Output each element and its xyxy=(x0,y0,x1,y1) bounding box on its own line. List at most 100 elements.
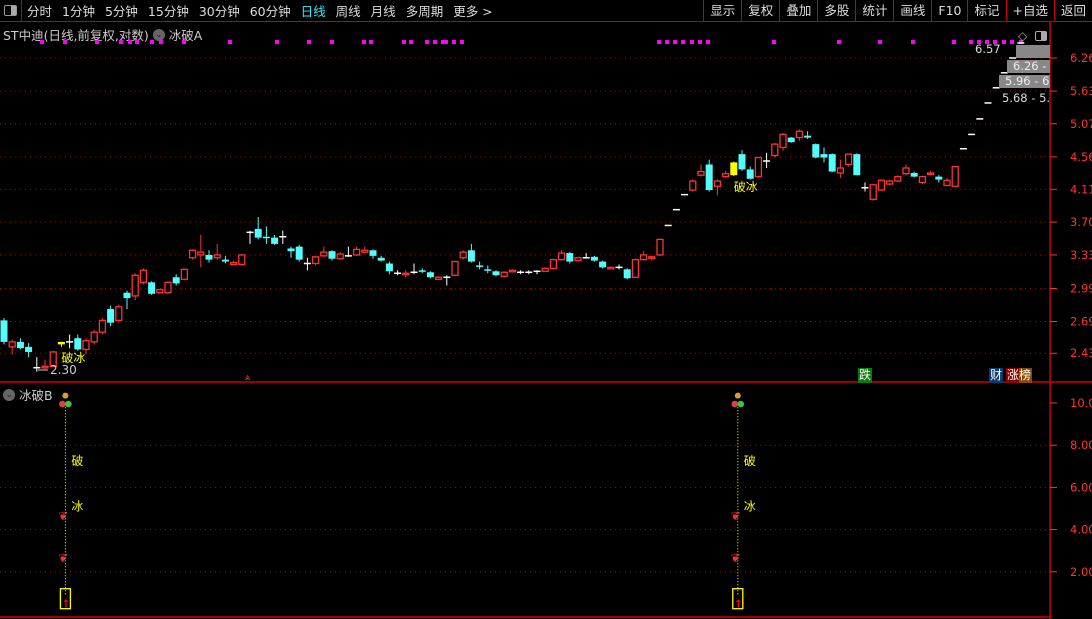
depth-box-top xyxy=(1016,45,1050,58)
candle-body xyxy=(787,137,795,143)
candle-body xyxy=(599,261,607,268)
orb-icon xyxy=(65,400,72,408)
fall-badge[interactable]: 跌 xyxy=(858,368,873,383)
candle-body xyxy=(164,281,172,294)
candle-body xyxy=(262,236,270,239)
signal-dot xyxy=(1002,40,1006,44)
signal-dot xyxy=(433,40,437,44)
orb-icon xyxy=(737,400,745,408)
candle-body xyxy=(713,180,722,187)
candle-body xyxy=(771,143,779,157)
candle-body xyxy=(541,267,549,272)
candle-body xyxy=(607,266,615,270)
signal-dot xyxy=(228,40,232,44)
signal-dot xyxy=(40,40,44,44)
candle-body xyxy=(41,365,49,369)
y-axis-label: 2.43 xyxy=(1070,346,1092,360)
candle-body xyxy=(16,341,24,349)
signal-dot xyxy=(665,40,669,44)
candle-body xyxy=(877,179,886,191)
candle-body xyxy=(894,175,902,182)
candle-body xyxy=(746,169,754,179)
limit-list-badge[interactable]: 涨榜 xyxy=(1006,368,1033,383)
butterfly-icon: ❦ xyxy=(58,509,68,523)
candle-body xyxy=(74,338,82,350)
y-axis-label: 5.63 xyxy=(1070,84,1092,98)
candle-body xyxy=(402,272,410,276)
orb-icon xyxy=(731,400,739,408)
butterfly-icon: ❦ xyxy=(58,551,68,565)
signal-char: 破 xyxy=(71,453,83,468)
candle-body xyxy=(434,276,443,280)
diamond-icon[interactable]: ◇ xyxy=(1018,29,1027,43)
candle-body xyxy=(57,341,65,345)
candle-body xyxy=(320,251,328,257)
finance-badge[interactable]: 财 xyxy=(989,368,1004,383)
candle-body xyxy=(484,269,492,271)
signal-dot xyxy=(460,40,464,44)
candle-body xyxy=(910,173,918,177)
depth-box-1: 6.26 - xyxy=(1007,60,1050,73)
y-axis-label: 3.70 xyxy=(1070,215,1092,229)
panel-toggle-icon[interactable] xyxy=(1035,31,1047,41)
y-axis-label: 4.56 xyxy=(1070,150,1092,164)
signal-dot xyxy=(673,40,677,44)
up-arrow-icon: ↑ xyxy=(734,598,743,611)
signal-dot xyxy=(95,40,99,44)
candle-body xyxy=(107,309,115,323)
candle-body xyxy=(369,250,377,256)
signal-dot xyxy=(128,40,132,44)
candle-body xyxy=(574,257,582,262)
candle-body xyxy=(139,269,148,283)
candle-body xyxy=(656,238,664,256)
candle-body xyxy=(721,173,730,178)
double-up-arrow-icon: ⩓ xyxy=(245,373,250,383)
candle-body xyxy=(902,167,910,175)
candle-body xyxy=(631,259,640,278)
candle-body xyxy=(828,154,836,172)
candle-body xyxy=(254,228,262,238)
candle-body xyxy=(926,172,935,176)
signal-dot xyxy=(307,40,311,44)
candle-body xyxy=(82,340,90,351)
candle-body xyxy=(205,254,213,260)
signal-dot xyxy=(369,40,373,44)
sub-y-axis-label: 8.00 xyxy=(1070,438,1092,452)
y-axis-label: 2.69 xyxy=(1070,315,1092,329)
candle-body xyxy=(213,254,221,259)
signal-char: 破 xyxy=(744,453,756,468)
sub-y-axis-label: 2.00 xyxy=(1070,565,1092,579)
signal-dot xyxy=(409,40,413,44)
candle-body xyxy=(590,256,598,261)
signal-dot xyxy=(425,40,429,44)
signal-dot xyxy=(150,40,154,44)
candle-body xyxy=(918,175,927,184)
signal-dot xyxy=(706,40,710,44)
candle-body xyxy=(361,249,369,253)
signal-dot xyxy=(182,40,186,44)
signal-char: 冰 xyxy=(71,500,83,514)
candle-body xyxy=(0,320,8,342)
candle-body xyxy=(418,270,426,272)
candle-body xyxy=(115,306,123,322)
sub-y-axis-label: 4.00 xyxy=(1070,523,1092,537)
signal-dot xyxy=(837,40,841,44)
depth-box-2: 5.96 - 6 xyxy=(999,75,1050,88)
up-arrow-icon: ↑ xyxy=(61,598,70,611)
candle-body xyxy=(549,259,558,269)
signal-dot xyxy=(952,40,956,44)
y-axis-label: 4.11 xyxy=(1070,182,1092,196)
candle-body xyxy=(738,154,746,170)
candle-body xyxy=(557,252,566,261)
candle-body xyxy=(197,251,205,256)
high-price-label: 6.57 xyxy=(975,42,1001,56)
candle-body xyxy=(295,246,303,260)
candle-body xyxy=(180,268,189,280)
candle-body xyxy=(705,164,713,191)
candle-body xyxy=(935,176,943,180)
orb-icon xyxy=(62,392,69,399)
signal-dot xyxy=(119,40,123,44)
signal-dot xyxy=(690,40,694,44)
kline-chart[interactable]: 6.26 5.63 5.07 4.56 4.11 3.70 3.33 2.99 2.69 2.43… xyxy=(0,0,1092,619)
candle-body xyxy=(500,271,508,277)
